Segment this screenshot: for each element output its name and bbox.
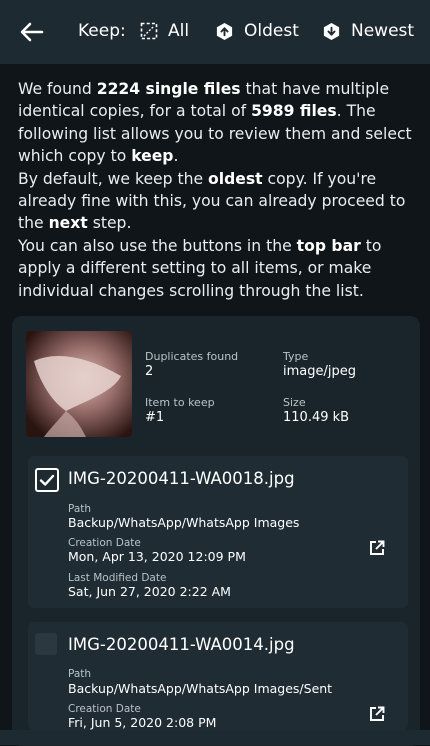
intro-paragraph-2: By default, we keep the oldest copy. If … bbox=[18, 169, 406, 233]
select-all-icon bbox=[140, 22, 158, 40]
bottom-bar bbox=[0, 730, 430, 745]
keep-oldest-label: Oldest bbox=[244, 21, 299, 41]
open-external-icon[interactable] bbox=[368, 705, 386, 723]
type-label: Type bbox=[283, 350, 309, 363]
open-external-icon[interactable] bbox=[368, 539, 386, 557]
top-bar: Keep: All Oldest Newest bbox=[0, 0, 430, 64]
keep-label: Keep: bbox=[78, 21, 126, 41]
keep-all-label: All bbox=[168, 21, 190, 41]
last-modified-value: Sat, Jun 27, 2020 2:22 AM bbox=[68, 584, 231, 599]
duplicates-label: Duplicates found bbox=[145, 350, 239, 363]
keep-newest-label: Newest bbox=[351, 21, 415, 41]
intro-text: We found 2224 single files that have mul… bbox=[18, 78, 418, 302]
arrow-down-hexagon-icon bbox=[323, 22, 340, 40]
size-label: Size bbox=[283, 396, 306, 409]
keep-newest-button[interactable]: Newest bbox=[322, 21, 414, 41]
checkmark-icon bbox=[39, 474, 55, 486]
creation-date-label: Creation Date bbox=[68, 537, 141, 549]
path-value: Backup/WhatsApp/WhatsApp Images bbox=[68, 515, 300, 530]
back-arrow-icon[interactable] bbox=[18, 18, 46, 46]
duplicates-value: 2 bbox=[145, 364, 154, 379]
intro-paragraph-1: We found 2224 single files that have mul… bbox=[18, 80, 412, 166]
path-label: Path bbox=[68, 503, 92, 515]
path-label: Path bbox=[68, 668, 92, 680]
last-modified-label: Last Modified Date bbox=[68, 572, 167, 584]
type-value: image/jpeg bbox=[283, 364, 356, 379]
path-value: Backup/WhatsApp/WhatsApp Images/Sent bbox=[68, 681, 333, 696]
file-name: IMG-20200411-WA0018.jpg bbox=[68, 469, 295, 488]
thumbnail-image bbox=[26, 331, 132, 437]
keep-checkbox[interactable] bbox=[35, 633, 57, 655]
item-to-keep-label: Item to keep bbox=[145, 396, 215, 409]
creation-date-value: Fri, Jun 5, 2020 2:08 PM bbox=[68, 715, 217, 730]
item-to-keep-value: #1 bbox=[145, 410, 165, 425]
size-value: 110.49 kB bbox=[283, 410, 350, 425]
keep-all-button[interactable]: All bbox=[140, 21, 189, 41]
file-name: IMG-20200411-WA0014.jpg bbox=[68, 635, 295, 654]
intro-paragraph-3: You can also use the buttons in the top … bbox=[18, 236, 382, 300]
creation-date-label: Creation Date bbox=[68, 703, 141, 715]
keep-checkbox[interactable] bbox=[35, 468, 59, 492]
keep-oldest-button[interactable]: Oldest bbox=[215, 21, 299, 41]
creation-date-value: Mon, Apr 13, 2020 12:09 PM bbox=[68, 549, 246, 564]
image-thumbnail[interactable] bbox=[26, 331, 132, 437]
arrow-up-hexagon-icon bbox=[216, 22, 233, 40]
